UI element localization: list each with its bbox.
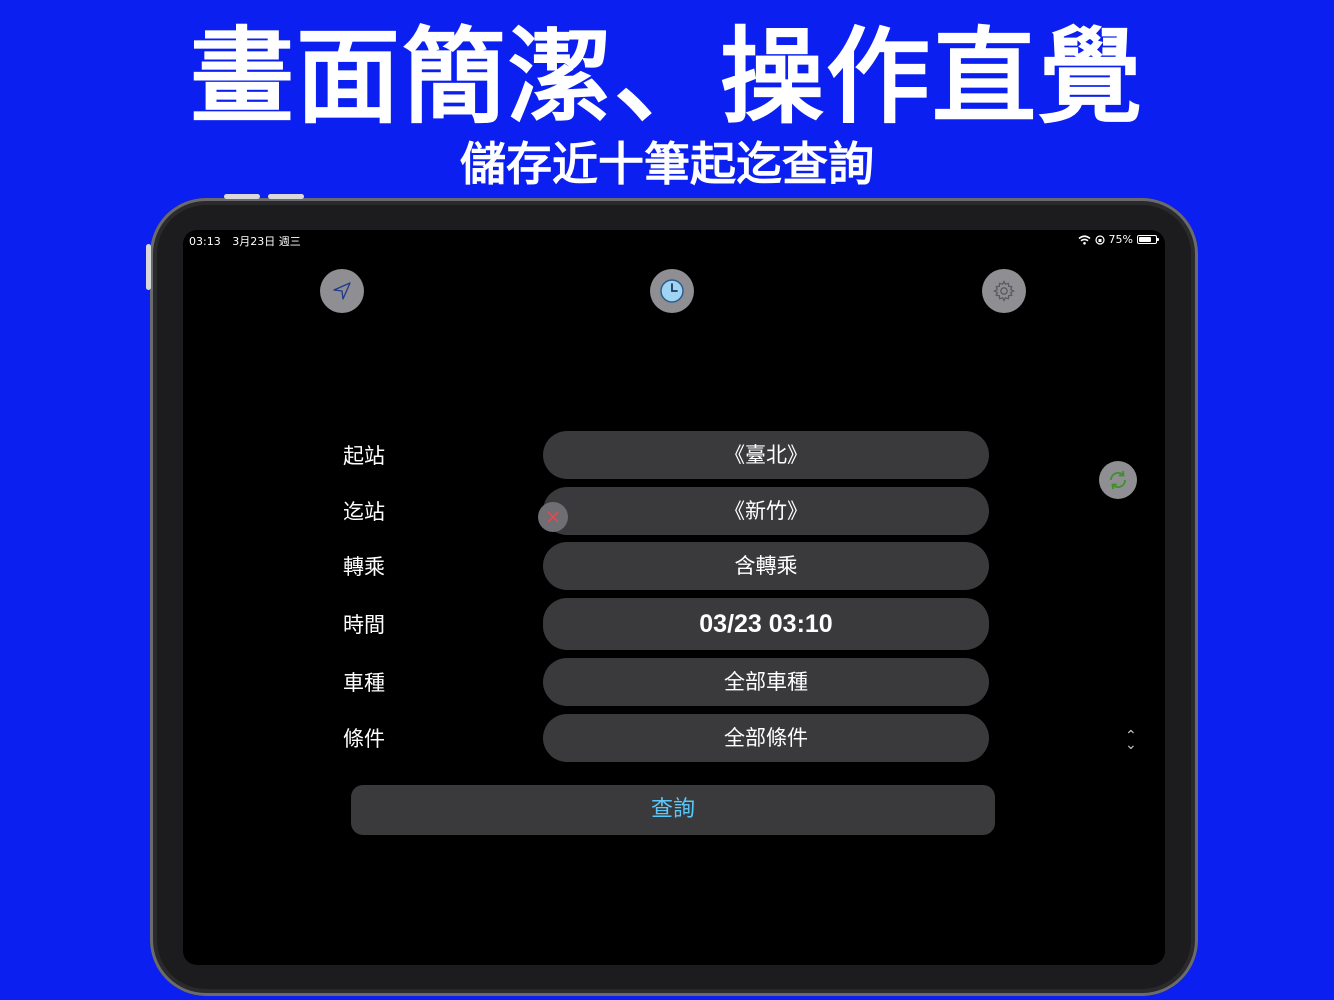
rotation-lock-icon — [1094, 234, 1105, 245]
wifi-icon — [1078, 234, 1091, 245]
clock-icon — [660, 279, 684, 303]
conditions-field[interactable]: 全部條件 — [543, 714, 989, 762]
promo-headline: 畫面簡潔、操作直覺 — [189, 16, 1144, 138]
status-bar: 03:13 3月23日 週三 75% — [183, 230, 1165, 250]
train-type-field[interactable]: 全部車種 — [543, 658, 989, 706]
chevron-up-down-icon[interactable]: ⌃ ⌄ — [1125, 729, 1137, 752]
swap-stations-button[interactable] — [1099, 461, 1137, 499]
destination-station-field[interactable]: 《新竹》 — [543, 487, 989, 535]
label-destination: 迄站 — [343, 500, 385, 524]
gear-icon — [993, 280, 1015, 302]
clear-button[interactable] — [538, 502, 568, 532]
label-conditions: 條件 — [343, 727, 385, 751]
close-icon — [547, 511, 559, 523]
label-transfer: 轉乘 — [343, 555, 385, 579]
app-screen: 03:13 3月23日 週三 75% 起站 《臺北》 迄站 《新竹》 轉乘 含轉… — [183, 230, 1165, 965]
volume-button — [224, 194, 260, 199]
side-button — [146, 244, 151, 290]
label-train-type: 車種 — [343, 671, 385, 695]
transfer-field[interactable]: 含轉乘 — [543, 542, 989, 590]
volume-button — [268, 194, 304, 199]
battery-icon — [1137, 235, 1159, 244]
settings-button[interactable] — [982, 269, 1026, 313]
label-time: 時間 — [343, 613, 385, 637]
origin-station-field[interactable]: 《臺北》 — [543, 431, 989, 479]
label-origin: 起站 — [343, 444, 385, 468]
battery-percent: 75% — [1108, 233, 1133, 246]
status-time: 03:13 — [189, 235, 221, 248]
location-button[interactable] — [320, 269, 364, 313]
time-field[interactable]: 03/23 03:10 — [543, 598, 989, 650]
status-date: 3月23日 週三 — [232, 235, 301, 248]
promo-subline: 儲存近十筆起迄查詢 — [460, 137, 874, 191]
location-arrow-icon — [333, 282, 351, 300]
search-button[interactable]: 查詢 — [351, 785, 995, 835]
swap-arrows-icon — [1110, 470, 1126, 490]
history-button[interactable] — [650, 269, 694, 313]
